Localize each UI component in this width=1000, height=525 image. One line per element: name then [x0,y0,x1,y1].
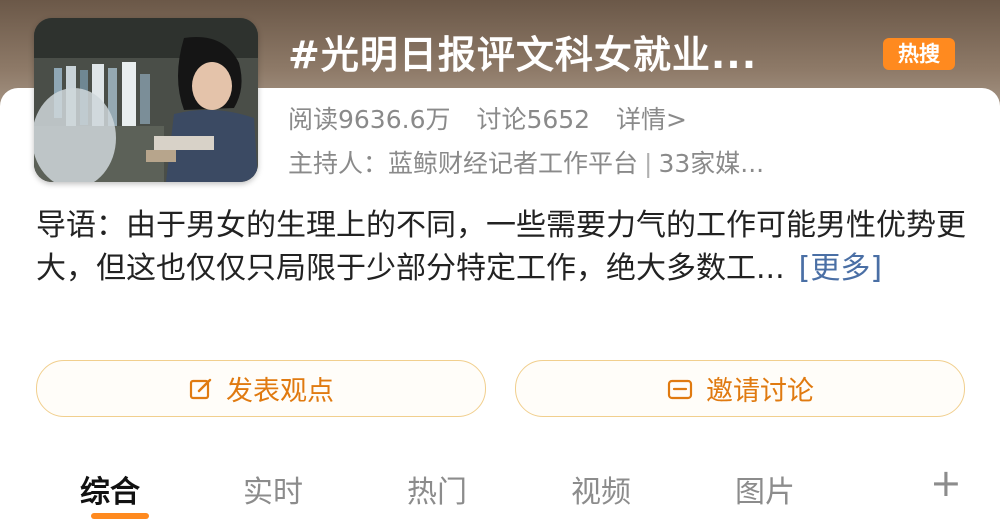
tab-video[interactable]: 视频 [571,467,631,511]
details-link[interactable]: 详情> [616,105,687,134]
plus-icon[interactable]: + [930,461,962,505]
host-line: 主持人：蓝鲸财经记者工作平台 | 33家媒... [288,144,764,180]
topic-title[interactable]: #光明日报评文科女就业... [288,24,757,79]
post-opinion-label: 发表观点 [226,376,334,407]
tab-images[interactable]: 图片 [735,467,795,511]
hot-search-badge: 热搜 [883,38,955,70]
host-name[interactable]: 蓝鲸财经记者工作平台 [388,149,638,178]
topic-thumbnail[interactable] [34,18,258,182]
tab-popular[interactable]: 热门 [407,467,467,511]
host-separator: | [644,149,653,178]
tab-realtime[interactable]: 实时 [243,467,303,511]
active-tab-indicator [91,513,149,519]
edit-icon [188,376,214,402]
mail-icon [666,376,694,402]
topic-stats: 阅读9636.6万 讨论5652 详情> [288,100,705,136]
host-label: 主持人： [288,149,389,178]
media-count[interactable]: 33家媒... [658,149,764,178]
more-link[interactable]: [更多] [799,251,882,286]
tab-comprehensive[interactable]: 综合 [80,467,140,511]
topic-intro: 导语：由于男女的生理上的不同，一些需要力气的工作可能男性优势更大，但这也仅仅只局… [36,204,966,290]
tab-bar: 综合 实时 热门 视频 图片 + [0,455,1000,525]
discussion-count: 讨论5652 [476,105,591,134]
library-photo [34,18,258,182]
invite-discussion-label: 邀请讨论 [706,376,814,407]
post-opinion-button[interactable]: 发表观点 [36,360,486,417]
read-count: 阅读9636.6万 [288,105,451,134]
invite-discussion-button[interactable]: 邀请讨论 [515,360,965,417]
